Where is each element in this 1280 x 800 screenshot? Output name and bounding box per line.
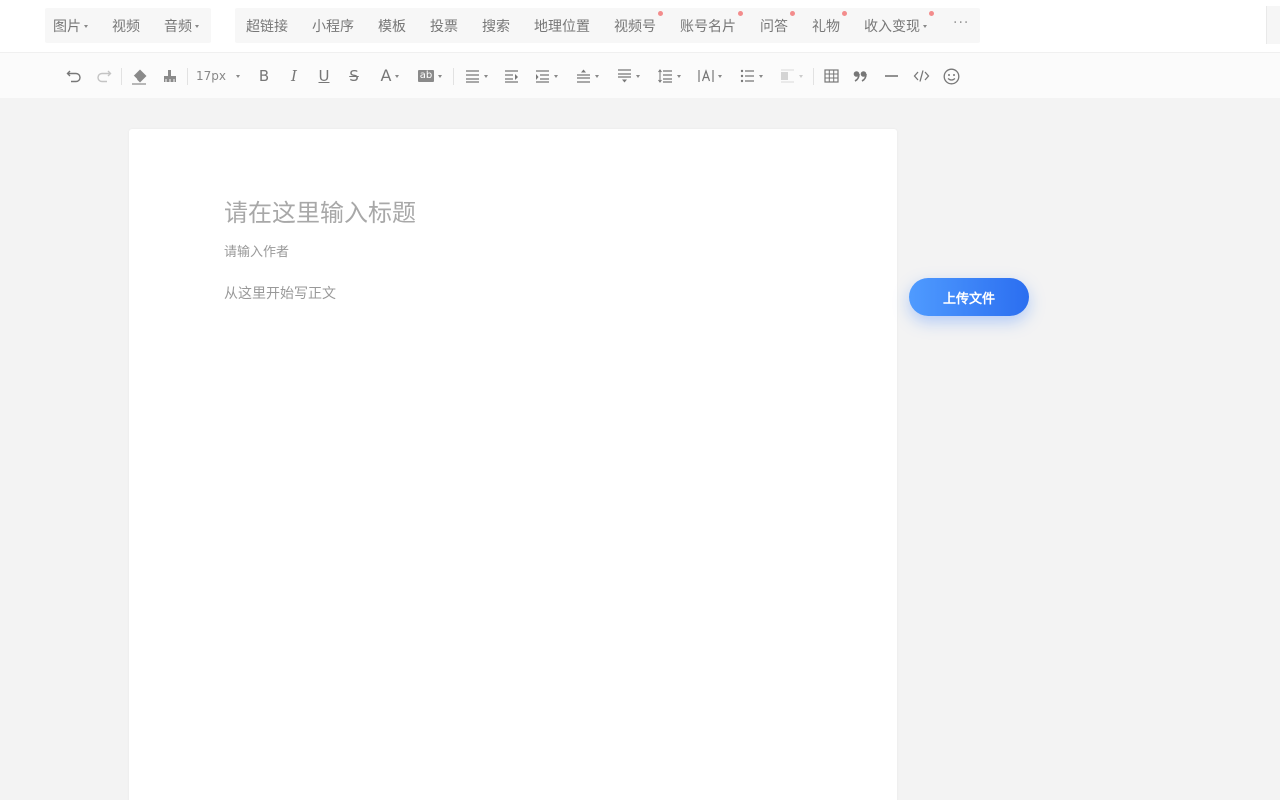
quote-icon[interactable]: [851, 53, 869, 99]
title-input[interactable]: 请在这里输入标题: [224, 193, 416, 228]
insert-item-label: 地理位置: [534, 18, 590, 35]
list-icon[interactable]: [737, 53, 765, 99]
underline-icon[interactable]: U: [315, 53, 333, 99]
insert-item[interactable]: 投票: [430, 8, 458, 43]
line-height-icon[interactable]: [655, 53, 683, 99]
insert-item-label: 视频: [112, 18, 140, 35]
upload-file-button[interactable]: 上传文件: [909, 278, 1029, 316]
chevron-down-icon: [195, 24, 199, 28]
first-line-indent-icon[interactable]: [532, 53, 560, 99]
insert-item[interactable]: 超链接: [246, 8, 288, 43]
insert-item-label: 收入变现: [864, 18, 920, 35]
table-icon[interactable]: [822, 53, 840, 99]
insert-item[interactable]: 收入变现: [864, 8, 934, 43]
insert-item[interactable]: 视频号: [614, 8, 663, 43]
author-input[interactable]: 请输入作者: [224, 241, 289, 260]
bold-icon[interactable]: B: [255, 53, 273, 99]
insert-item[interactable]: 音频: [164, 8, 199, 43]
insert-item[interactable]: 小程序: [312, 8, 354, 43]
insert-item[interactable]: 账号名片: [680, 8, 743, 43]
insert-item-label: 超链接: [246, 18, 288, 35]
emoji-icon[interactable]: [941, 53, 961, 99]
undo-icon[interactable]: [64, 53, 84, 99]
format-toolbar: 17px B I U S A ab: [0, 52, 1280, 98]
insert-item-label: 模板: [378, 18, 406, 35]
insert-item-label: 视频号: [614, 18, 656, 35]
new-badge-dot: [790, 11, 795, 16]
new-badge-dot: [738, 11, 743, 16]
toolbar-divider: [453, 68, 454, 85]
body-editor[interactable]: 从这里开始写正文: [224, 283, 336, 303]
chevron-down-icon: [84, 24, 88, 28]
indent-icon[interactable]: [502, 53, 520, 99]
insert-item-label: 音频: [164, 18, 192, 35]
toolbar-divider: [813, 68, 814, 85]
toolbar-divider: [187, 68, 188, 85]
strikethrough-icon[interactable]: S: [345, 53, 363, 99]
insert-item[interactable]: 地理位置: [534, 8, 590, 43]
align-icon[interactable]: [462, 53, 490, 99]
insert-item-label: 小程序: [312, 18, 354, 35]
clear-format-icon[interactable]: [129, 53, 149, 99]
code-icon[interactable]: [911, 53, 931, 99]
insert-item[interactable]: 图片: [53, 8, 88, 43]
insert-item-label: 图片: [53, 18, 81, 35]
background-color-icon[interactable]: ab: [415, 53, 445, 99]
paragraph-spacing-before-icon[interactable]: [573, 53, 601, 99]
insert-toolbar: 图片 视频 音频 超链接 小程序 模板 投票 搜索 地理位置 视频号 账号名片 问答 礼物 收入变现 ··…: [0, 0, 1280, 52]
font-size-select[interactable]: 17px: [196, 53, 244, 99]
redo-icon[interactable]: [94, 53, 114, 99]
chevron-down-icon: [923, 24, 927, 28]
insert-item[interactable]: 模板: [378, 8, 406, 43]
more-icon[interactable]: ···: [953, 15, 969, 31]
component-insert-group: 超链接 小程序 模板 投票 搜索 地理位置 视频号 账号名片 问答 礼物 收入变现 ···: [235, 8, 980, 43]
letter-spacing-icon[interactable]: [696, 53, 724, 99]
font-size-value: 17px: [196, 69, 226, 83]
insert-item[interactable]: 搜索: [482, 8, 510, 43]
insert-item-label: 搜索: [482, 18, 510, 35]
format-painter-icon[interactable]: [160, 53, 180, 99]
new-badge-dot: [929, 11, 934, 16]
insert-item-label: 投票: [430, 18, 458, 35]
media-insert-group: 图片 视频 音频: [45, 8, 211, 43]
toolbar-divider: [121, 68, 122, 85]
insert-item[interactable]: 礼物: [812, 8, 847, 43]
divider-icon[interactable]: [882, 53, 900, 99]
upload-file-label: 上传文件: [942, 291, 995, 307]
paragraph-spacing-after-icon[interactable]: [614, 53, 642, 99]
italic-icon[interactable]: I: [285, 53, 303, 99]
insert-item-label: 账号名片: [680, 18, 736, 35]
insert-item[interactable]: 问答: [760, 8, 795, 43]
font-color-icon[interactable]: A: [375, 53, 405, 99]
insert-item[interactable]: 视频: [112, 8, 140, 43]
border-shading-icon[interactable]: [777, 53, 805, 99]
new-badge-dot: [658, 11, 663, 16]
side-panel-edge[interactable]: [1266, 6, 1280, 44]
insert-item-label: 礼物: [812, 18, 840, 35]
new-badge-dot: [842, 11, 847, 16]
insert-item-label: 问答: [760, 18, 788, 35]
editor-paper: 请在这里输入标题 请输入作者 从这里开始写正文: [129, 129, 897, 800]
